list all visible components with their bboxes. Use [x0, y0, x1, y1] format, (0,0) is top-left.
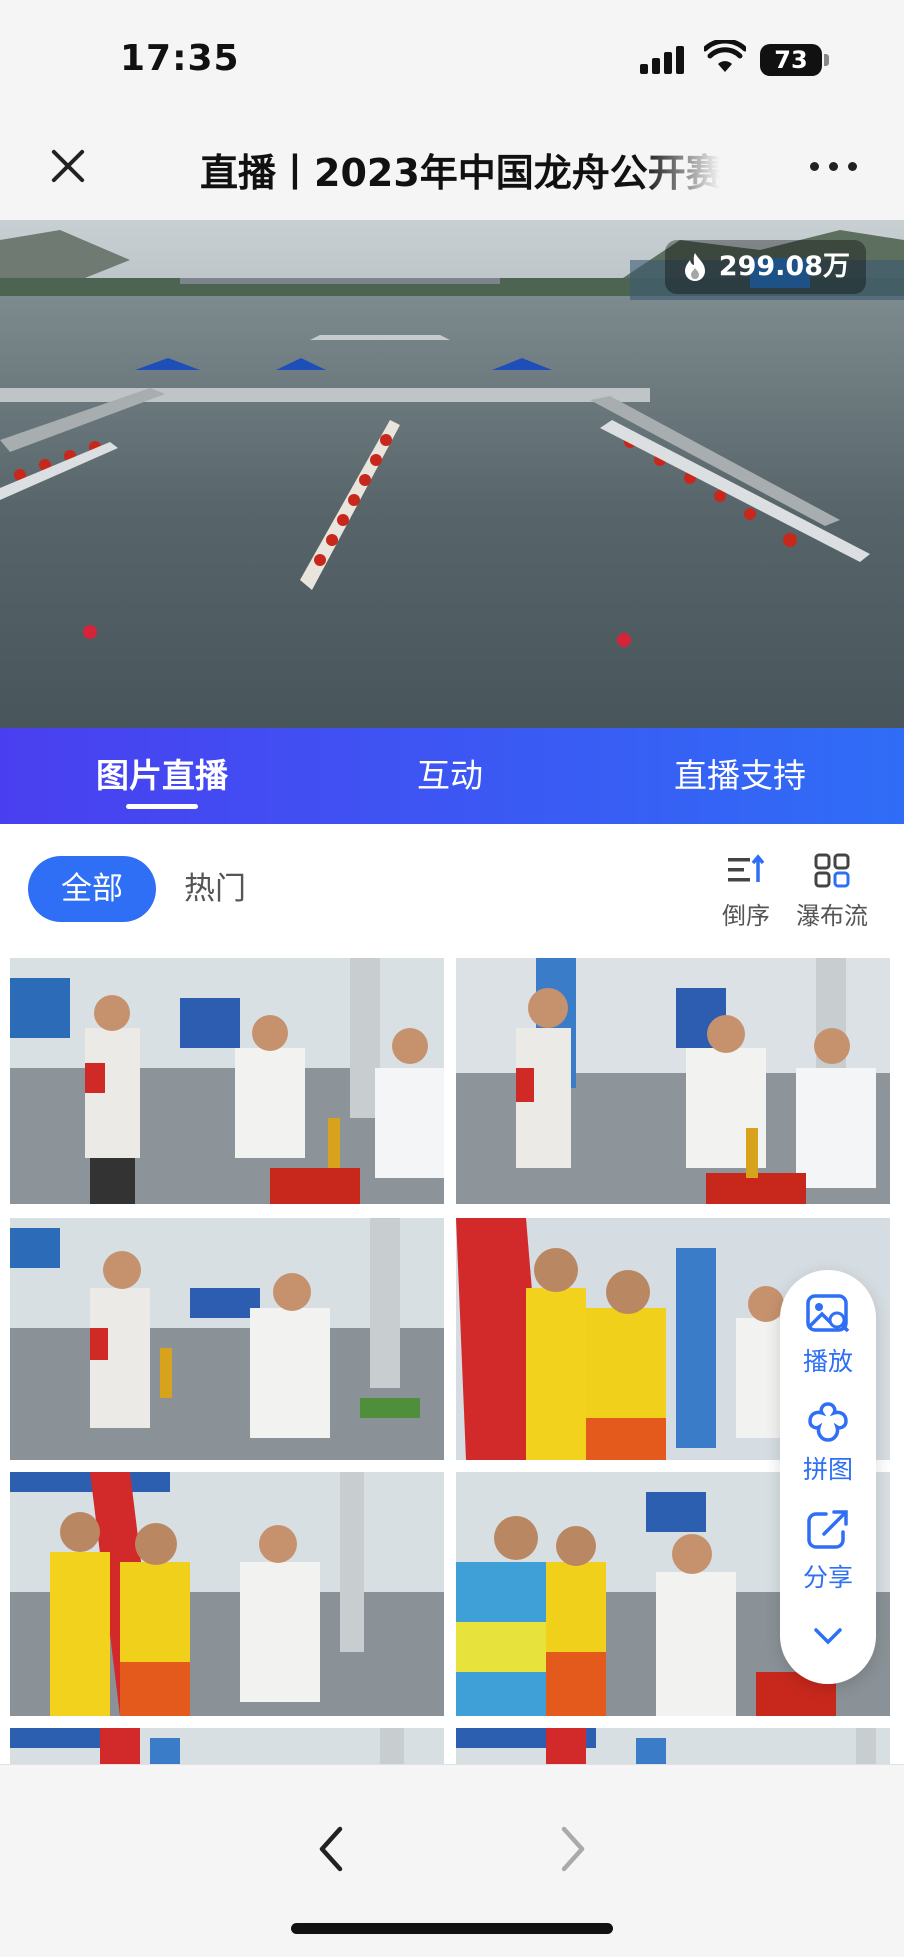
puzzle-flower-icon [808, 1402, 848, 1442]
play-slideshow-button[interactable]: 播放 [780, 1292, 876, 1378]
sort-order-label: 倒序 [722, 902, 770, 930]
sort-descending-icon [728, 854, 765, 882]
play-slideshow-label: 播放 [802, 1347, 853, 1376]
forward-button[interactable] [550, 1821, 594, 1877]
heat-count-badge: 299.08万 [664, 240, 866, 294]
share-button[interactable]: 分享 [780, 1508, 876, 1594]
page-title: 直播丨2023年中国龙舟公开赛 [200, 151, 720, 192]
filter-all-button[interactable]: 全部 [28, 856, 156, 922]
award-ceremony-photo [10, 1218, 444, 1460]
waterfall-layout-label: 瀑布流 [796, 902, 868, 930]
tab-live-support[interactable]: 直播支持 [640, 728, 840, 824]
photo-thumbnail[interactable] [10, 1728, 444, 1764]
share-icon [807, 1510, 848, 1549]
status-bar: 17:35 73 [0, 0, 904, 120]
photo-thumbnail[interactable] [10, 1472, 444, 1716]
chevron-down-icon[interactable] [813, 1626, 843, 1646]
filter-hot-button[interactable]: 热门 [184, 856, 246, 922]
more-options-button[interactable] [810, 160, 860, 174]
tab-photo-live[interactable]: 图片直播 [62, 728, 262, 824]
photo-collage-button[interactable]: 拼图 [780, 1400, 876, 1486]
share-label: 分享 [802, 1563, 853, 1592]
sort-order-button[interactable]: 倒序 [706, 852, 786, 931]
dragon-boat-race-image [0, 220, 904, 728]
page: 17:35 73 直播丨2023年中国龙舟公开赛 299.08万 图片直播 互动… [0, 0, 904, 1957]
battery-indicator: 73 [760, 44, 829, 76]
back-button[interactable] [310, 1821, 354, 1877]
floating-action-panel: 播放 拼图 分享 [780, 1270, 876, 1684]
cellular-signal-icon [640, 44, 688, 74]
home-indicator [291, 1923, 613, 1934]
award-ceremony-photo [10, 1472, 444, 1716]
photo-thumbnail[interactable] [10, 958, 444, 1204]
active-tab-indicator [126, 804, 198, 809]
content-tabs: 图片直播 互动 直播支持 [0, 728, 904, 824]
photo-thumbnail[interactable] [456, 1728, 890, 1764]
filter-bar: 全部 热门 倒序 瀑布流 [0, 824, 904, 952]
browser-toolbar [0, 1764, 904, 1957]
photo-thumbnail[interactable] [10, 1218, 444, 1460]
fire-icon [684, 253, 705, 281]
photo-collage-label: 拼图 [802, 1455, 853, 1484]
waterfall-layout-button[interactable]: 瀑布流 [792, 852, 872, 931]
award-ceremony-photo [10, 1728, 444, 1764]
status-time: 17:35 [120, 38, 240, 79]
close-button[interactable] [44, 142, 92, 190]
nav-bar: 直播丨2023年中国龙舟公开赛 [0, 120, 904, 220]
photo-thumbnail[interactable] [456, 958, 890, 1204]
award-ceremony-photo [456, 958, 890, 1204]
image-play-icon [806, 1294, 850, 1333]
heat-count: 299.08万 [718, 251, 850, 282]
award-ceremony-photo [10, 958, 444, 1204]
live-hero-image[interactable]: 299.08万 [0, 220, 904, 728]
award-ceremony-photo [456, 1728, 890, 1764]
wifi-icon [704, 40, 746, 72]
photo-grid [0, 952, 904, 1764]
grid-layout-icon [814, 853, 850, 888]
tab-interaction[interactable]: 互动 [370, 728, 530, 824]
